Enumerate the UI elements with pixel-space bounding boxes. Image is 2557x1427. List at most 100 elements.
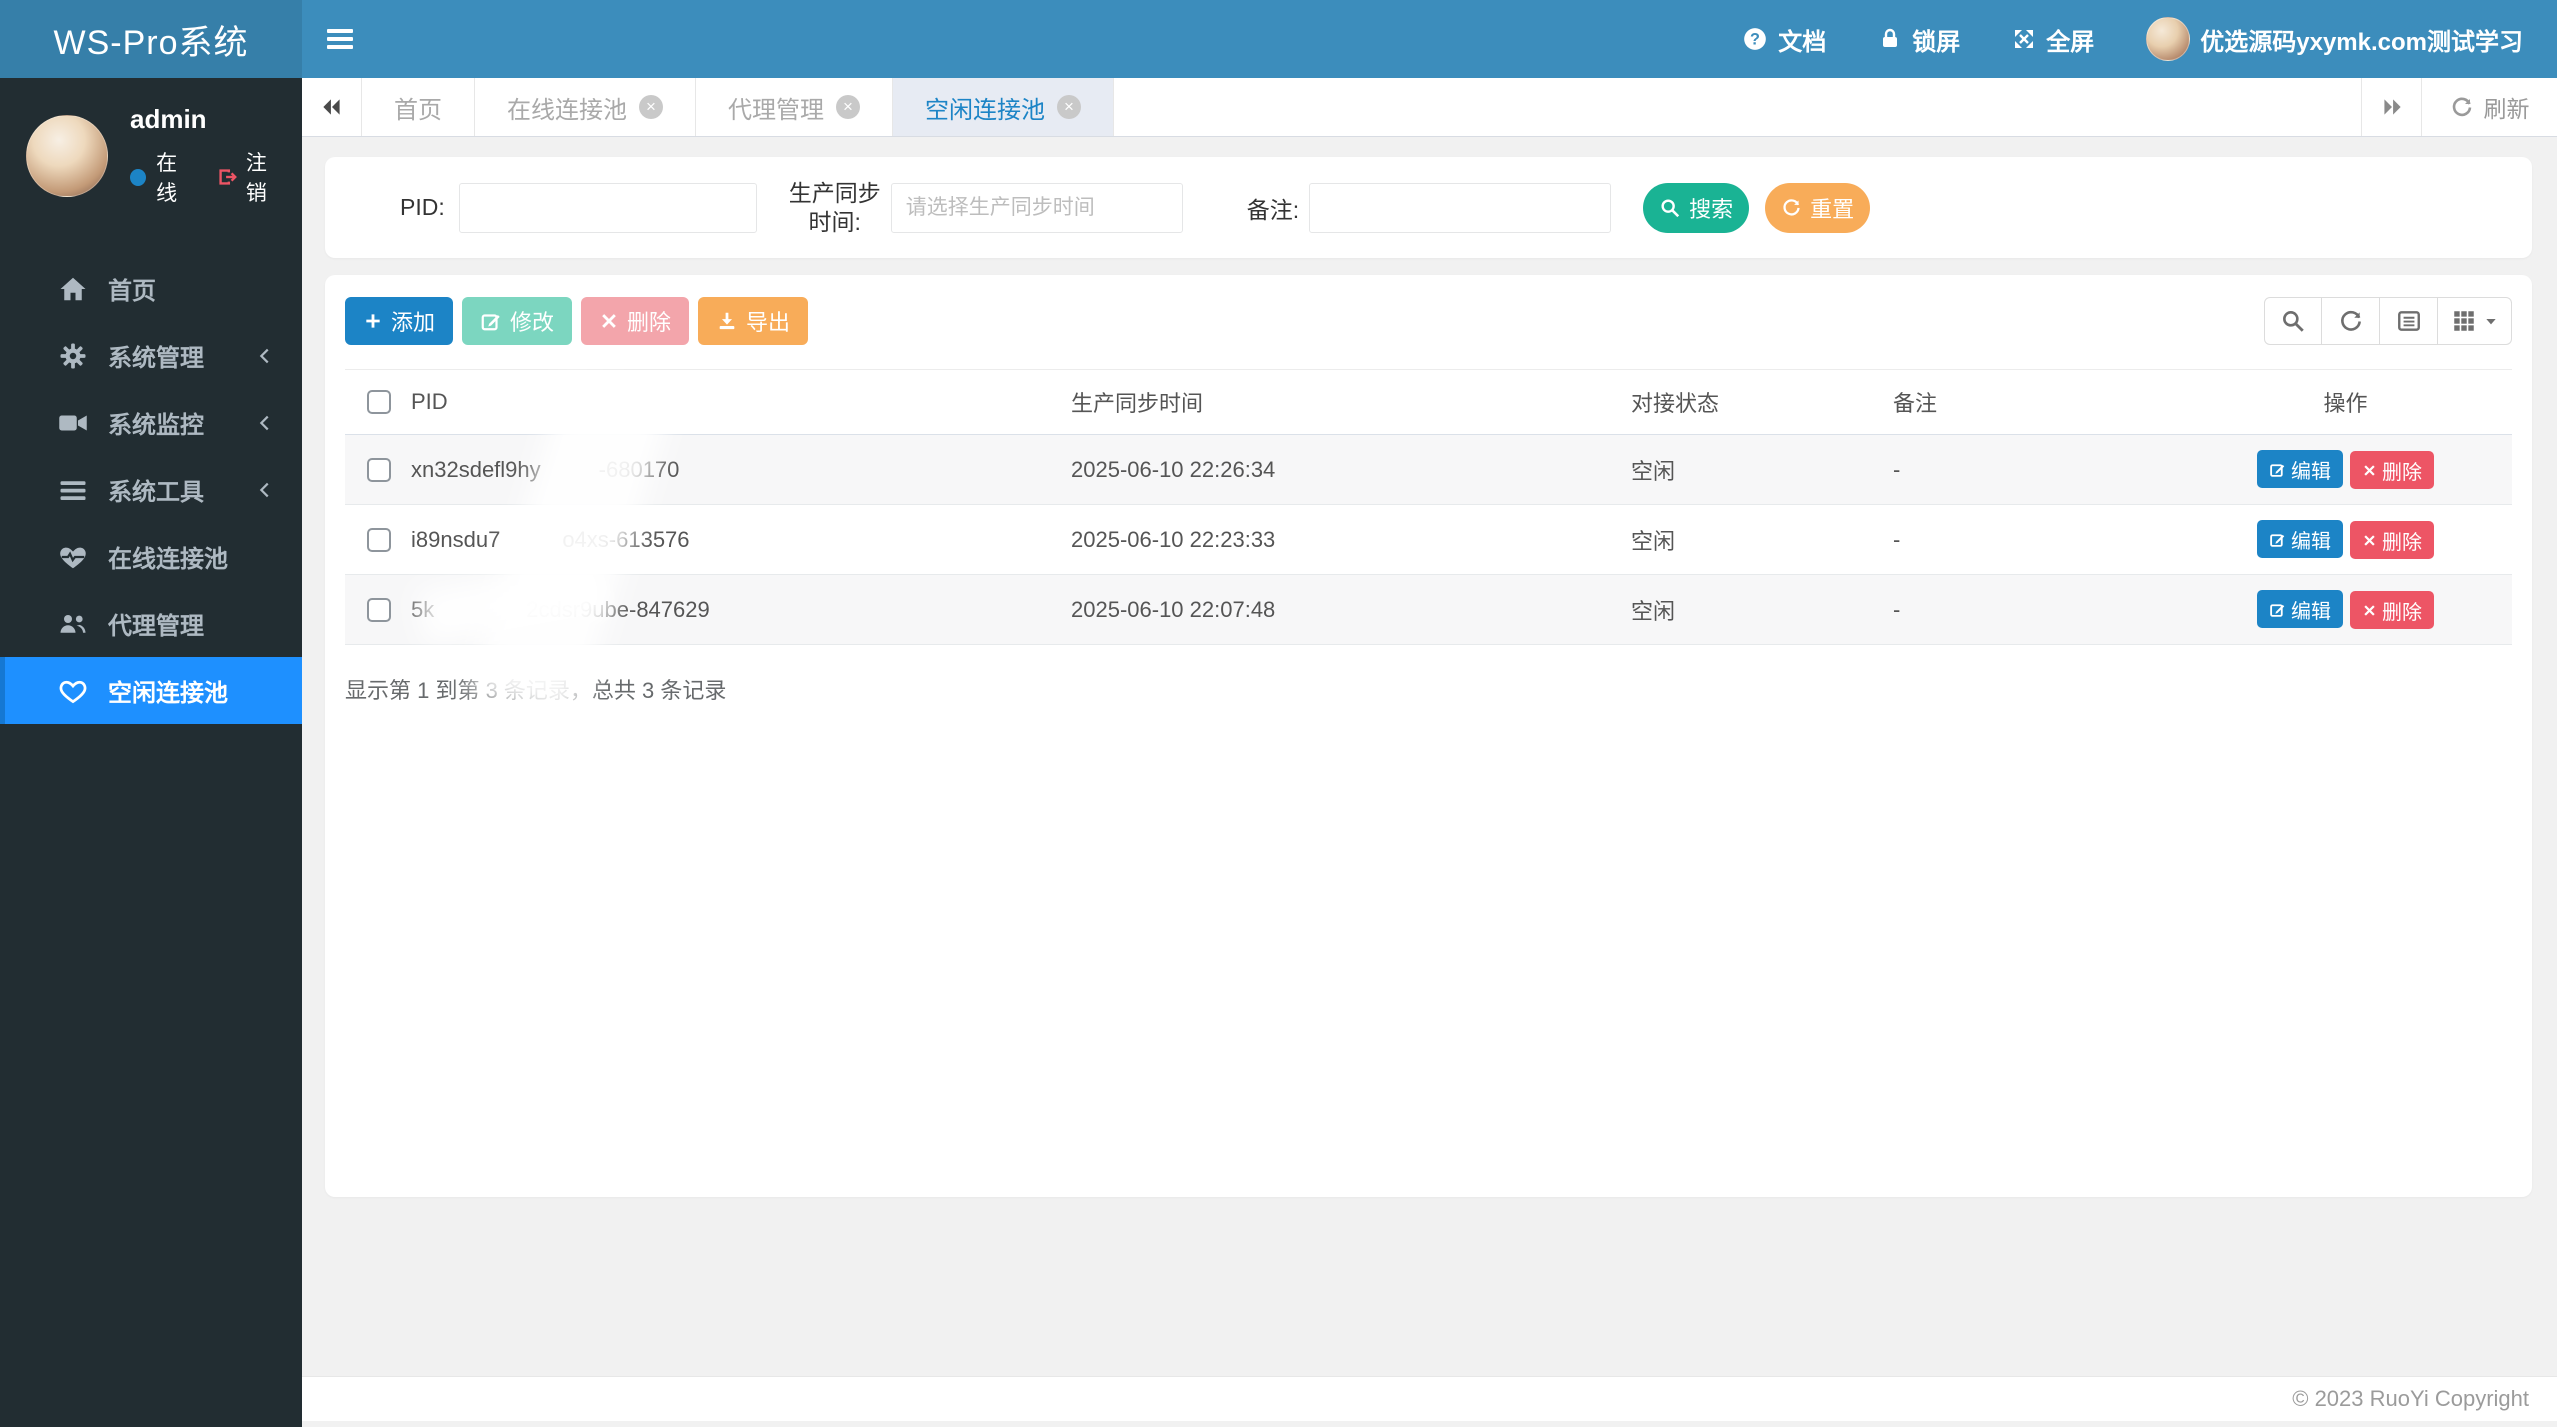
pagination-summary: 显示第 1 到第 3 条记录，总共 3 条记录	[345, 673, 2512, 705]
close-icon[interactable]: ×	[1057, 95, 1081, 119]
row-edit-button[interactable]: 编辑	[2257, 590, 2343, 628]
row-edit-button[interactable]: 编辑	[2257, 520, 2343, 558]
sidebar-item-system-monitor[interactable]: 系统监控	[0, 389, 302, 456]
add-button[interactable]: 添加	[345, 297, 453, 345]
sidebar-item-system-tools[interactable]: 系统工具	[0, 456, 302, 523]
time-cell: 2025-06-10 22:07:48	[1061, 575, 1621, 645]
sidebar-item-online-pool[interactable]: 在线连接池	[0, 523, 302, 590]
refresh-icon	[2338, 308, 2364, 334]
table-row: 5k2cdsr9ube-847629 2025-06-10 22:07:48 空…	[345, 575, 2512, 645]
delete-button[interactable]: 删除	[581, 297, 689, 345]
pencil-square-icon	[480, 310, 502, 332]
tabs-scroll-left-button[interactable]	[302, 78, 362, 136]
pencil-square-icon	[2269, 531, 2286, 548]
pid-label: PID:	[400, 194, 445, 221]
sidebar-item-idle-pool[interactable]: 空闲连接池	[0, 657, 302, 724]
x-icon	[599, 311, 619, 331]
double-chevron-left-icon	[319, 94, 345, 120]
pid-cell: i89nsdu7o4xs-613576	[401, 505, 1061, 575]
tabs-scroll-right-button[interactable]	[2361, 78, 2421, 136]
column-header-status: 对接状态	[1621, 370, 1883, 435]
tab-idle-pool[interactable]: 空闲连接池 ×	[893, 78, 1114, 136]
remark-cell: -	[1883, 435, 2179, 505]
row-checkbox[interactable]	[367, 598, 391, 622]
chevron-left-icon	[254, 412, 276, 434]
docs-link[interactable]: ? 文档	[1716, 0, 1852, 78]
tab-bar: 首页 在线连接池 × 代理管理 × 空闲连接池 × 刷新	[302, 78, 2557, 137]
row-delete-button[interactable]: 删除	[2350, 521, 2434, 559]
remark-label: 备注:	[1247, 191, 1299, 225]
download-icon	[716, 310, 738, 332]
sync-time-input[interactable]	[891, 183, 1183, 233]
user-menu[interactable]: 优选源码yxymk.com测试学习	[2120, 0, 2557, 78]
export-button[interactable]: 导出	[698, 297, 808, 345]
lock-screen-button[interactable]: 锁屏	[1852, 0, 1986, 78]
table-refresh-button[interactable]	[2322, 297, 2380, 345]
double-chevron-right-icon	[2379, 94, 2405, 120]
sidebar-menu: 首页 系统管理 系统监控 系统工具	[0, 255, 302, 724]
sidebar-item-system-management[interactable]: 系统管理	[0, 322, 302, 389]
user-avatar	[2146, 17, 2190, 61]
edit-button[interactable]: 修改	[462, 297, 572, 345]
hamburger-icon	[327, 25, 353, 53]
list-bars-icon	[58, 475, 92, 505]
tab-proxy-management[interactable]: 代理管理 ×	[696, 78, 893, 136]
status-cell: 空闲	[1621, 505, 1883, 575]
search-icon	[1659, 197, 1681, 219]
pid-cell: 5k2cdsr9ube-847629	[401, 575, 1061, 645]
row-delete-button[interactable]: 删除	[2350, 591, 2434, 629]
page-footer: © 2023 RuoYi Copyright	[302, 1376, 2557, 1421]
top-right-nav: ? 文档 锁屏 全屏 优选源码yxymk.com测试学习	[1716, 0, 2557, 78]
question-circle-icon: ?	[1742, 26, 1768, 52]
time-cell: 2025-06-10 22:26:34	[1061, 435, 1621, 505]
reset-button[interactable]: 重置	[1765, 183, 1870, 233]
row-checkbox[interactable]	[367, 458, 391, 482]
select-all-checkbox[interactable]	[367, 390, 391, 414]
status-cell: 空闲	[1621, 575, 1883, 645]
status-cell: 空闲	[1621, 435, 1883, 505]
columns-dropdown-button[interactable]	[2438, 297, 2512, 345]
table-toolbar: 添加 修改 删除 导出	[345, 297, 2512, 345]
sidebar-avatar	[26, 115, 108, 197]
refresh-icon	[2450, 95, 2474, 119]
pid-cell: xn32sdefl9hy-680170	[401, 435, 1061, 505]
search-form-panel: PID: 生产同步时间: 备注: 搜索 重置	[325, 157, 2532, 258]
heart-outline-icon	[58, 676, 92, 706]
row-edit-button[interactable]: 编辑	[2257, 450, 2343, 488]
card-view-button[interactable]	[2380, 297, 2438, 345]
x-icon	[2362, 533, 2377, 548]
tab-refresh-button[interactable]: 刷新	[2421, 78, 2557, 136]
tab-online-pool[interactable]: 在线连接池 ×	[475, 78, 696, 136]
logout-button[interactable]: 注销	[216, 147, 284, 207]
column-header-remark: 备注	[1883, 370, 2179, 435]
pid-input[interactable]	[459, 183, 757, 233]
sidebar-item-home[interactable]: 首页	[0, 255, 302, 322]
x-icon	[2362, 463, 2377, 478]
table-search-toggle-button[interactable]	[2264, 297, 2322, 345]
users-icon	[58, 609, 92, 639]
grid-icon	[2451, 308, 2477, 334]
search-icon	[2280, 308, 2306, 334]
redacted-segment	[434, 607, 526, 617]
list-alt-icon	[2396, 308, 2422, 334]
sidebar-toggle-button[interactable]	[302, 0, 378, 78]
top-navbar: WS-Pro系统 ? 文档 锁屏 全屏 优选源码yxymk.com测试学习	[0, 0, 2557, 78]
row-delete-button[interactable]: 删除	[2350, 451, 2434, 489]
remark-input[interactable]	[1309, 183, 1611, 233]
tab-home[interactable]: 首页	[362, 78, 475, 136]
sidebar-item-proxy-management[interactable]: 代理管理	[0, 590, 302, 657]
column-header-action: 操作	[2179, 370, 2512, 435]
column-header-time: 生产同步时间	[1061, 370, 1621, 435]
data-table: PID 生产同步时间 对接状态 备注 操作 xn32sdefl9hy-68017…	[345, 369, 2512, 645]
sync-time-label: 生产同步时间:	[783, 179, 887, 237]
copyright-text: © 2023 RuoYi Copyright	[2292, 1386, 2529, 1412]
table-view-controls	[2264, 297, 2512, 345]
close-icon[interactable]: ×	[836, 95, 860, 119]
fullscreen-button[interactable]: 全屏	[1986, 0, 2120, 78]
row-checkbox[interactable]	[367, 528, 391, 552]
pencil-square-icon	[2269, 461, 2286, 478]
search-button[interactable]: 搜索	[1643, 183, 1749, 233]
online-status-dot	[130, 169, 146, 186]
close-icon[interactable]: ×	[639, 95, 663, 119]
x-icon	[2362, 603, 2377, 618]
